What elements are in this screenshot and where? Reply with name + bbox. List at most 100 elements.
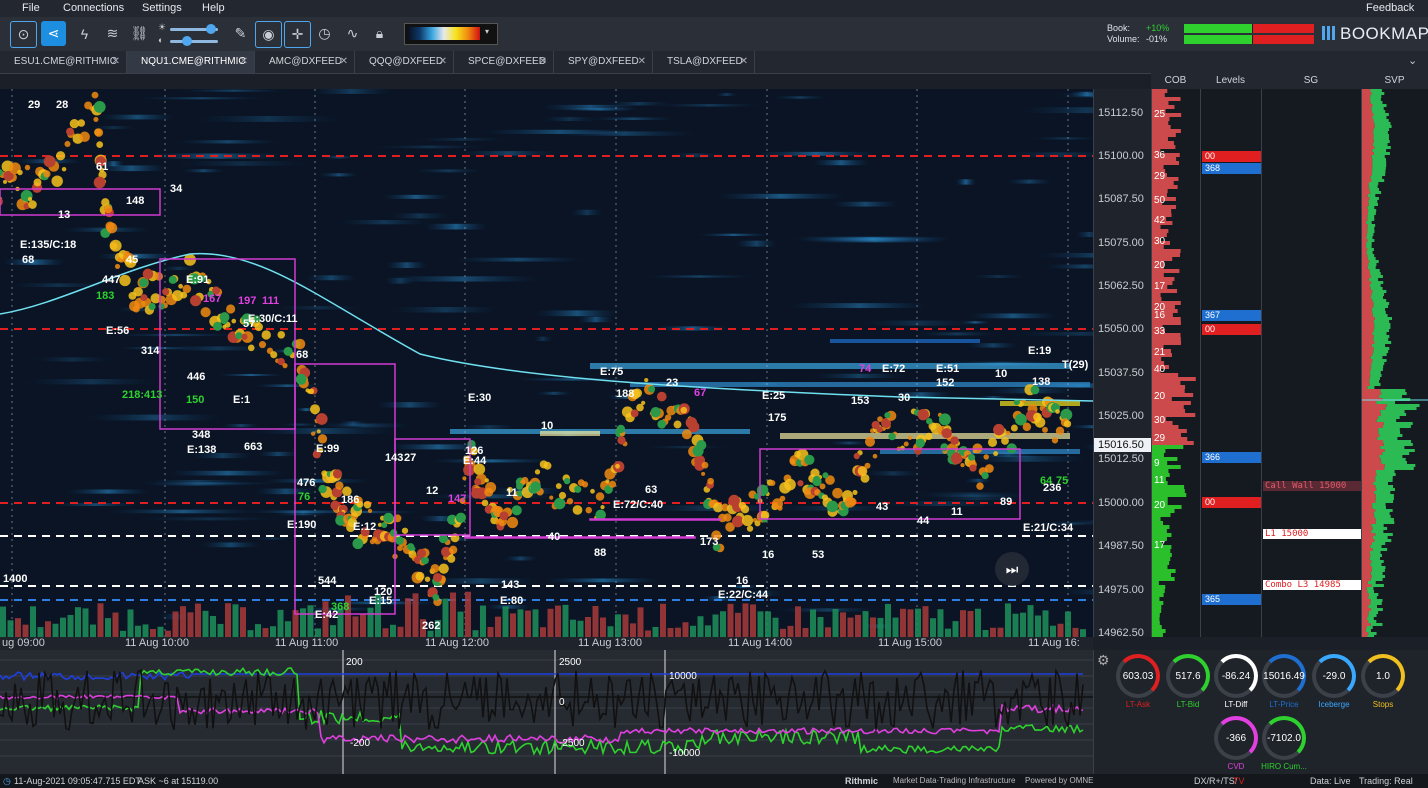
svp-ask-bar — [1362, 260, 1370, 263]
level-box[interactable]: 00 — [1202, 151, 1261, 162]
svp-ask-bar — [1362, 209, 1369, 212]
chat-icon[interactable]: ◉ — [255, 21, 282, 48]
svp-bid-bar — [1384, 449, 1415, 452]
gauge-iceberge[interactable]: -29.0 — [1312, 654, 1356, 698]
menu-file[interactable]: File — [22, 2, 40, 14]
close-icon[interactable]: ✕ — [240, 51, 248, 73]
crosshair-icon[interactable]: ⊙ — [10, 21, 37, 48]
time-tick: 11 Aug 12:00 — [425, 637, 490, 649]
share-icon[interactable]: ⋖ — [41, 21, 66, 46]
gauge-stops[interactable]: 1.0 — [1361, 654, 1405, 698]
svp-ask-bar — [1362, 323, 1375, 326]
trade-annotation: 45 — [126, 254, 139, 266]
svp-bid-bar — [1368, 620, 1377, 623]
svp-bid-bar — [1376, 419, 1397, 422]
close-icon[interactable]: ✕ — [638, 51, 646, 73]
cob-value: 25 — [1154, 109, 1166, 120]
svp-ask-bar — [1362, 605, 1369, 608]
level-box[interactable]: 00 — [1202, 324, 1261, 335]
level-box[interactable]: 367 — [1202, 310, 1261, 321]
timer-icon[interactable]: ◷ — [312, 21, 337, 46]
svp-bid-bar — [1368, 611, 1379, 614]
play-forward-icon[interactable]: ⏭ — [995, 552, 1029, 586]
trade-annotation: 152 — [936, 377, 955, 389]
lock-icon[interactable]: 🔒︎ — [367, 21, 392, 46]
brightness-sliders[interactable]: ☀ ◐ — [158, 22, 222, 46]
svp-ask-bar — [1362, 167, 1373, 170]
svp-bid-bar — [1372, 167, 1386, 170]
tabs-dropdown-icon[interactable]: ⌄ — [1408, 54, 1417, 67]
svp-bid-bar — [1373, 137, 1389, 140]
pencil-icon[interactable]: ✎ — [228, 21, 253, 46]
gauge-lt-diff[interactable]: -86.24 — [1214, 654, 1258, 698]
svp-ask-bar — [1362, 392, 1382, 395]
svp-ask-bar — [1362, 161, 1373, 164]
svp-bid-bar — [1380, 413, 1407, 416]
tab-nqu1[interactable]: NQU1.CME@RITHMIC ✕ — [127, 51, 255, 73]
tab-amc[interactable]: AMC@DXFEED ✕ — [255, 51, 355, 73]
tab-qqq[interactable]: QQQ@DXFEED ✕ — [355, 51, 454, 73]
color-scheme-select[interactable]: ▾ — [404, 23, 498, 45]
time-tick: ug 09:00 — [2, 637, 45, 649]
svp-bid-bar — [1372, 143, 1388, 146]
svp-bid-bar — [1366, 587, 1374, 590]
widgets-pane: ⚙ 603.03 LT-Ask 517.6 LT-Bid -86.24 LT-Diff 15… — [1093, 650, 1428, 774]
close-icon[interactable]: ✕ — [439, 51, 447, 73]
svp-ask-bar — [1362, 275, 1371, 278]
svp-bid-bar — [1374, 146, 1391, 149]
close-icon[interactable]: ✕ — [539, 51, 547, 73]
layers-icon[interactable]: ≋ — [100, 21, 125, 46]
price-tick: 15100.00 — [1098, 150, 1144, 162]
time-axis[interactable]: ug 09:00 11 Aug 10:00 11 Aug 11:00 11 Aug 1… — [0, 637, 1093, 650]
tab-spce[interactable]: SPCE@DXFEED ✕ — [454, 51, 554, 73]
svp-ask-bar — [1362, 350, 1374, 353]
heatmap-chart[interactable]: E:135/C:18 68 13 61 34 148 447 45 183 E:91 167 197 1… — [0, 89, 1093, 637]
tab-esu1[interactable]: ESU1.CME@RITHMIC ✕ — [0, 51, 127, 73]
cob-header[interactable]: COB — [1151, 75, 1200, 86]
sg-level[interactable]: L1 15000 — [1263, 529, 1363, 539]
sg-level[interactable]: Call Wall 15000 — [1263, 481, 1363, 491]
level-box[interactable]: 368 — [1202, 163, 1261, 174]
link-icon[interactable]: ⛓ — [127, 21, 152, 46]
tab-spy[interactable]: SPY@DXFEED ✕ — [554, 51, 653, 73]
menu-settings[interactable]: Settings — [142, 2, 182, 14]
level-box[interactable]: 00 — [1202, 497, 1261, 508]
svp-ask-bar — [1362, 278, 1369, 281]
indicator-icon[interactable]: ∿ — [340, 21, 365, 46]
svp-ask-bar — [1362, 302, 1374, 305]
cross-move-icon[interactable]: ✛ — [284, 21, 311, 48]
svp-bid-bar — [1372, 314, 1388, 317]
gauge-lt-price[interactable]: 15016.49 — [1262, 654, 1306, 698]
gauge-hiro-cum-[interactable]: -7102.0 — [1262, 716, 1306, 760]
levels-header[interactable]: Levels — [1200, 75, 1261, 86]
svp-ask-bar — [1362, 515, 1375, 518]
svp-header[interactable]: SVP — [1361, 75, 1428, 86]
svp-bid-bar — [1367, 248, 1374, 251]
svp-ask-bar — [1362, 590, 1368, 593]
svp-ask-bar — [1362, 464, 1385, 467]
level-box[interactable]: 366 — [1202, 452, 1261, 463]
gauge-lt-ask[interactable]: 603.03 — [1116, 654, 1160, 698]
menu-help[interactable]: Help — [202, 2, 225, 14]
sg-level[interactable]: Combo L3 14985 — [1263, 580, 1363, 590]
close-icon[interactable]: ✕ — [340, 51, 348, 73]
svp-ask-bar — [1362, 134, 1374, 137]
time-tick: 11 Aug 10:00 — [125, 637, 190, 649]
close-icon[interactable]: ✕ — [740, 51, 748, 73]
level-box[interactable]: 365 — [1202, 594, 1261, 605]
trade-annotation: E:30/C:11 — [248, 313, 298, 325]
sg-header[interactable]: SG — [1261, 75, 1361, 86]
tab-tsla[interactable]: TSLA@DXFEED ✕ — [653, 51, 755, 73]
svp-ask-bar — [1362, 197, 1370, 200]
lightning-icon[interactable]: ϟ — [72, 21, 97, 46]
menu-connections[interactable]: Connections — [63, 2, 124, 14]
close-icon[interactable]: ✕ — [112, 51, 120, 73]
gauge-lt-bid[interactable]: 517.6 — [1166, 654, 1210, 698]
gauge-cvd[interactable]: -366 — [1214, 716, 1258, 760]
price-axis[interactable]: 15112.50 15100.00 15087.50 15075.00 15062.50… — [1093, 89, 1152, 639]
svp-bid-bar — [1373, 482, 1388, 485]
indicator-pane[interactable]: 200 2500 10000 0 -200 -2500 -10000 — [0, 650, 1093, 774]
status-data: Data: Live — [1310, 776, 1351, 786]
svp-bid-bar — [1371, 584, 1384, 587]
feedback-link[interactable]: Feedback — [1366, 2, 1414, 14]
